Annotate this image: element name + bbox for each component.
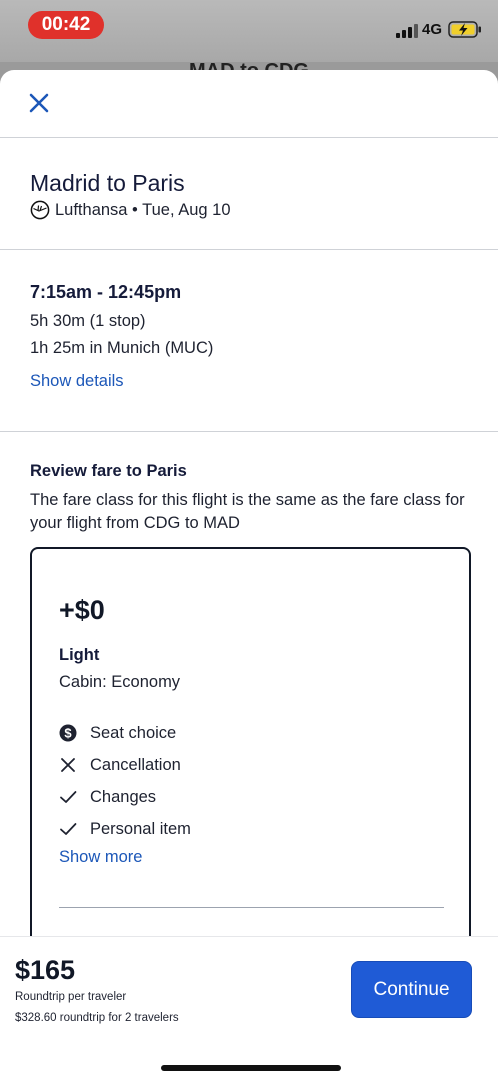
feature-label: Personal item: [90, 819, 191, 838]
fare-review-sheet: Madrid to Paris Lufthansa • Tue, Aug 10 …: [0, 70, 498, 1080]
home-indicator[interactable]: [161, 1065, 341, 1071]
feature-changes: Changes: [59, 781, 191, 813]
feature-label: Seat choice: [90, 723, 177, 742]
total-price: $165: [15, 955, 76, 985]
flight-duration: 5h 30m (1 stop): [30, 312, 146, 330]
flight-times: 7:15am - 12:45pm: [30, 282, 182, 302]
check-icon: [60, 823, 77, 835]
network-label: 4G: [422, 21, 443, 38]
fare-cabin: Cabin: Economy: [59, 673, 181, 691]
divider: [0, 137, 498, 138]
lufthansa-logo-icon: [30, 200, 50, 220]
review-description: The fare class for this flight is the sa…: [30, 491, 465, 532]
feature-cancellation: Cancellation: [59, 749, 191, 781]
flight-layover: 1h 25m in Munich (MUC): [30, 339, 214, 357]
continue-button[interactable]: Continue: [351, 961, 472, 1018]
x-icon: [61, 758, 75, 772]
battery-charging-icon: [448, 21, 481, 38]
status-time: 00:42: [28, 11, 104, 39]
card-divider: [59, 907, 444, 908]
dollar-circle-icon: $: [59, 724, 77, 742]
bottom-price-bar: $165 Roundtrip per traveler $328.60 roun…: [0, 936, 498, 1080]
airline-date-label: Lufthansa • Tue, Aug 10: [55, 200, 231, 219]
close-icon[interactable]: [26, 90, 52, 116]
svg-text:$: $: [64, 726, 72, 741]
total-travelers-note: $328.60 roundtrip for 2 travelers: [15, 1012, 179, 1024]
check-icon: [60, 791, 77, 803]
per-traveler-label: Roundtrip per traveler: [15, 991, 127, 1003]
show-more-link[interactable]: Show more: [59, 848, 142, 867]
feature-personal-item: Personal item: [59, 813, 191, 845]
fare-features-list: $ Seat choice Cancellation Changes Perso…: [59, 717, 191, 845]
feature-seat-choice: $ Seat choice: [59, 717, 191, 749]
feature-label: Cancellation: [90, 755, 181, 774]
status-bar: 00:42 4G: [0, 0, 498, 62]
show-details-link[interactable]: Show details: [30, 372, 124, 391]
feature-label: Changes: [90, 787, 157, 806]
signal-icon: [396, 24, 418, 38]
fare-name: Light: [59, 646, 100, 664]
divider: [0, 249, 498, 250]
route-title: Madrid to Paris: [30, 170, 185, 196]
divider: [0, 431, 498, 432]
review-title: Review fare to Paris: [30, 462, 187, 480]
airline-row: Lufthansa • Tue, Aug 10: [30, 200, 231, 220]
fare-price: +$0: [59, 595, 105, 625]
